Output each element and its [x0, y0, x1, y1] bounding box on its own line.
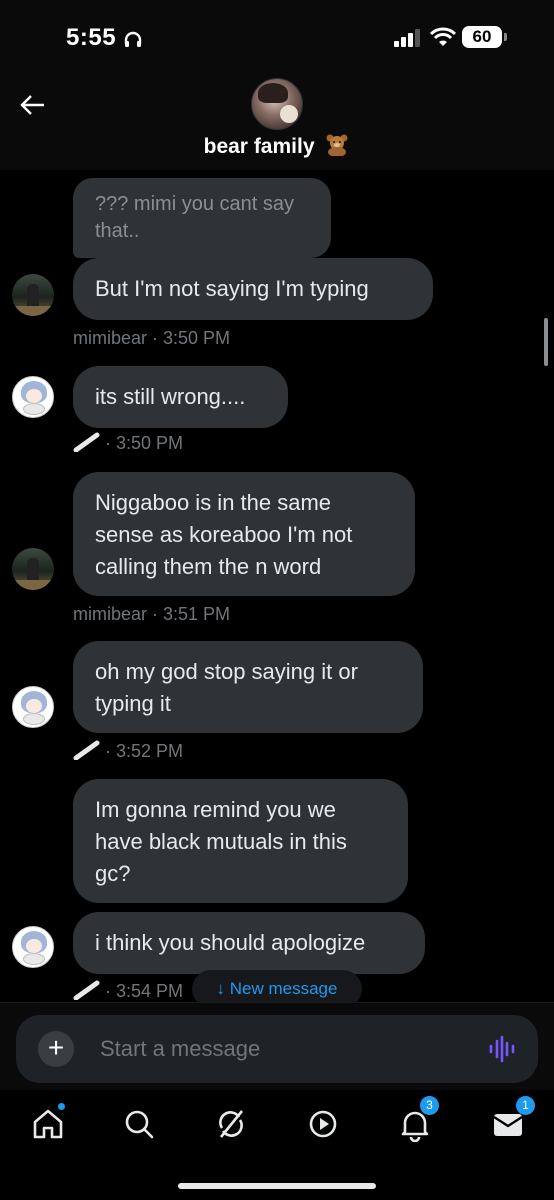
message-input[interactable] — [100, 1027, 460, 1071]
avatar[interactable] — [12, 376, 54, 418]
unread-dot — [58, 1103, 65, 1110]
composer-bar: + — [0, 1002, 554, 1090]
grok-icon — [219, 1110, 244, 1138]
message-text: ??? mimi you cant say that.. — [95, 193, 294, 242]
teddy-bear-icon — [326, 134, 348, 156]
wifi-icon — [430, 27, 456, 46]
status-time: 5:55 — [66, 24, 117, 51]
message-bubble[interactable]: Im gonna remind you we have black mutual… — [73, 779, 408, 903]
message-text: its still wrong.... — [95, 384, 246, 409]
message-text: But I'm not saying I'm typing — [95, 276, 369, 301]
signal-icon — [394, 29, 420, 47]
avatar[interactable] — [12, 274, 54, 316]
message-text: i think you should apologize — [95, 930, 366, 955]
avatar[interactable] — [12, 926, 54, 968]
scrollbar[interactable] — [544, 318, 548, 366]
message-bubble[interactable]: its still wrong.... — [73, 366, 288, 428]
tab-video[interactable] — [305, 1106, 341, 1142]
message-meta: · 3:52 PM — [73, 740, 183, 762]
tab-grok[interactable] — [213, 1106, 249, 1142]
message-list[interactable]: ??? mimi you cant say that.. But I'm not… — [0, 170, 554, 1008]
sender-name: mimibear — [73, 328, 148, 348]
message-time: 3:52 PM — [116, 741, 184, 761]
avatar[interactable] — [12, 686, 54, 728]
quoted-message[interactable]: ??? mimi you cant say that.. — [73, 178, 331, 258]
tab-notifications[interactable]: 3 — [397, 1096, 439, 1143]
search-icon — [125, 1110, 154, 1139]
message-time: 3:50 PM — [116, 433, 184, 453]
message-time: 3:50 PM — [163, 328, 231, 348]
check-icon — [73, 740, 100, 760]
check-icon — [73, 980, 100, 1000]
play-icon — [309, 1110, 337, 1138]
conversation-header: bear family — [0, 70, 554, 170]
message-meta: mimibear · 3:51 PM — [73, 604, 231, 624]
headphones-icon — [124, 31, 142, 47]
conversation-title-text: bear family — [203, 135, 315, 158]
check-icon — [73, 432, 100, 452]
voice-icon[interactable] — [488, 1035, 516, 1063]
message-text: oh my god stop saying it or typing it — [95, 659, 358, 716]
message-time: 3:51 PM — [163, 604, 231, 624]
composer: + — [16, 1015, 538, 1083]
tab-search[interactable] — [121, 1106, 157, 1142]
battery-icon: 60 — [462, 26, 508, 48]
avatar[interactable] — [12, 548, 54, 590]
message-bubble[interactable]: oh my god stop saying it or typing it — [73, 641, 423, 733]
tab-home[interactable] — [30, 1103, 66, 1142]
sender-name: mimibear — [73, 604, 148, 624]
message-bubble[interactable]: Niggaboo is in the same sense as koreabo… — [73, 472, 415, 596]
message-bubble[interactable]: But I'm not saying I'm typing — [73, 258, 433, 320]
battery-level: 60 — [462, 26, 502, 48]
message-meta: · 3:50 PM — [73, 432, 183, 454]
message-text: Niggaboo is in the same sense as koreabo… — [95, 490, 353, 579]
tab-bar: 3 1 — [0, 1090, 554, 1200]
conversation-title[interactable]: bear family — [0, 134, 554, 159]
messages-badge: 1 — [516, 1096, 535, 1115]
back-arrow-icon[interactable] — [18, 90, 48, 120]
message-bubble[interactable]: i think you should apologize — [73, 912, 425, 974]
group-avatar[interactable] — [251, 78, 303, 130]
home-indicator — [178, 1183, 376, 1189]
message-time: 3:54 PM — [116, 981, 184, 1001]
status-bar: 5:55 60 — [0, 0, 554, 70]
message-text: Im gonna remind you we have black mutual… — [95, 797, 347, 886]
message-meta: · 3:54 PM — [73, 980, 183, 1002]
home-icon — [33, 1109, 63, 1139]
tab-messages[interactable]: 1 — [490, 1096, 535, 1142]
plus-icon[interactable]: + — [38, 1031, 74, 1067]
message-meta: mimibear · 3:50 PM — [73, 328, 231, 348]
notifications-badge: 3 — [420, 1096, 439, 1115]
